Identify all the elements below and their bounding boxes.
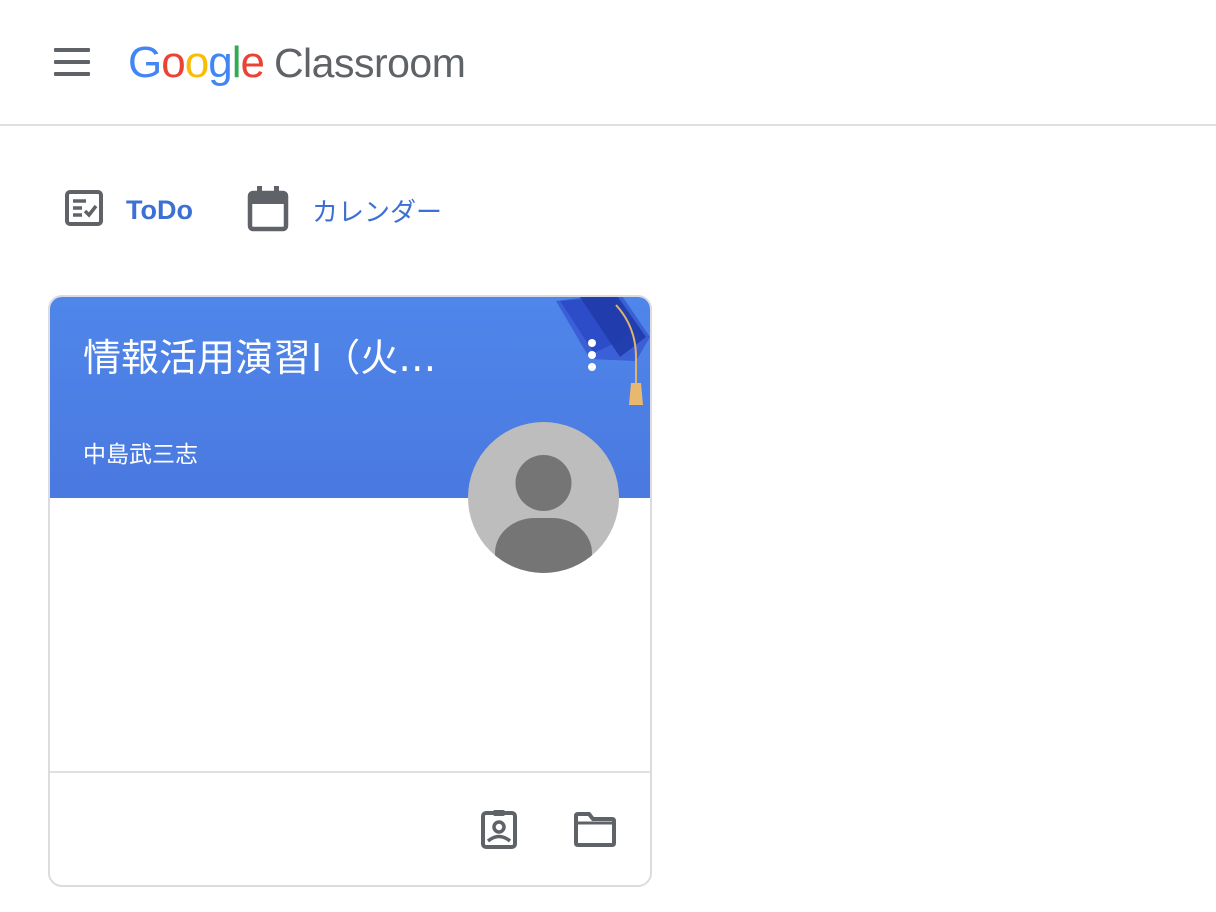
folder-icon [574,812,616,847]
logo-letter: e [240,38,265,87]
default-avatar-icon [495,455,592,573]
google-classroom-logo[interactable]: Google Classroom [128,36,466,90]
class-title[interactable]: 情報活用演習Ⅰ（火… [83,327,543,382]
logo-letter: G [128,38,162,87]
teacher-name[interactable]: 中島武三志 [83,435,198,469]
hamburger-menu-icon-bar [54,72,90,76]
todo-label: ToDo [126,194,193,225]
hamburger-menu-icon [54,48,90,52]
class-drive-folder-button[interactable] [571,805,619,853]
logo-letter: o [161,38,186,87]
product-name: Classroom [273,39,466,86]
hamburger-menu-icon-bar [54,60,90,64]
more-options-button[interactable] [577,333,607,377]
todo-link[interactable]: ToDo [62,182,193,238]
logo-letter: o [184,38,210,87]
more-vert-icon-dot [588,363,596,371]
more-vert-icon-dot [588,351,596,359]
calendar-label: カレンダー [312,197,443,228]
google-wordmark: Google [128,38,265,88]
more-vert-icon [588,339,596,347]
teacher-avatar[interactable] [468,422,619,573]
main-menu-button[interactable] [44,38,100,88]
todo-checklist-icon [62,186,106,234]
logo-letter: g [208,38,233,87]
calendar-link[interactable]: カレンダー [244,182,442,238]
class-card[interactable]: 情報活用演習Ⅰ（火… 中島武三志 [48,295,652,887]
your-work-button[interactable] [475,805,523,853]
top-app-bar: Google Classroom [0,0,1216,126]
assignment-ind-icon [481,810,517,849]
calendar-icon [244,183,292,237]
card-divider [50,771,650,773]
